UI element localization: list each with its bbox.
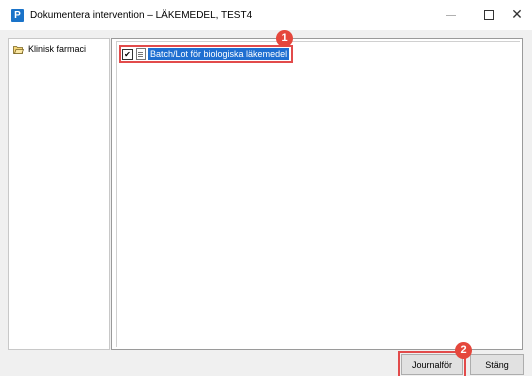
annotation-badge-2: 2 [455,342,472,359]
dialog-window: P Dokumentera intervention – LÄKEMEDEL, … [0,0,532,376]
tree-item-label: Klinisk farmaci [28,44,87,54]
annotation-badge-1: 1 [276,30,293,47]
stang-button[interactable]: Stäng [470,354,524,375]
app-logo-icon: P [11,9,24,22]
list-area: ✔ Batch/Lot för biologiska läkemedel [116,41,520,347]
close-icon: ✕ [511,7,523,23]
document-icon [136,48,146,60]
window-title: Dokumentera intervention – LÄKEMEDEL, TE… [30,10,253,21]
maximize-icon [484,10,494,20]
intervention-list[interactable]: ✔ Batch/Lot för biologiska läkemedel [111,38,523,350]
title-bar[interactable]: P Dokumentera intervention – LÄKEMEDEL, … [0,0,532,30]
journalfor-button[interactable]: Journalför [398,351,466,376]
list-item-batch-lot[interactable]: ✔ Batch/Lot för biologiska läkemedel [118,45,294,63]
tree-item-klinisk-farmaci[interactable]: Klinisk farmaci [13,44,86,54]
folder-open-icon [13,45,24,54]
item-checkbox[interactable]: ✔ [122,48,133,60]
close-window-button[interactable]: ✕ [494,0,532,30]
minimize-icon [446,14,456,16]
category-tree[interactable]: Klinisk farmaci [8,38,110,350]
list-item-label: Batch/Lot för biologiska läkemedel [148,48,290,60]
